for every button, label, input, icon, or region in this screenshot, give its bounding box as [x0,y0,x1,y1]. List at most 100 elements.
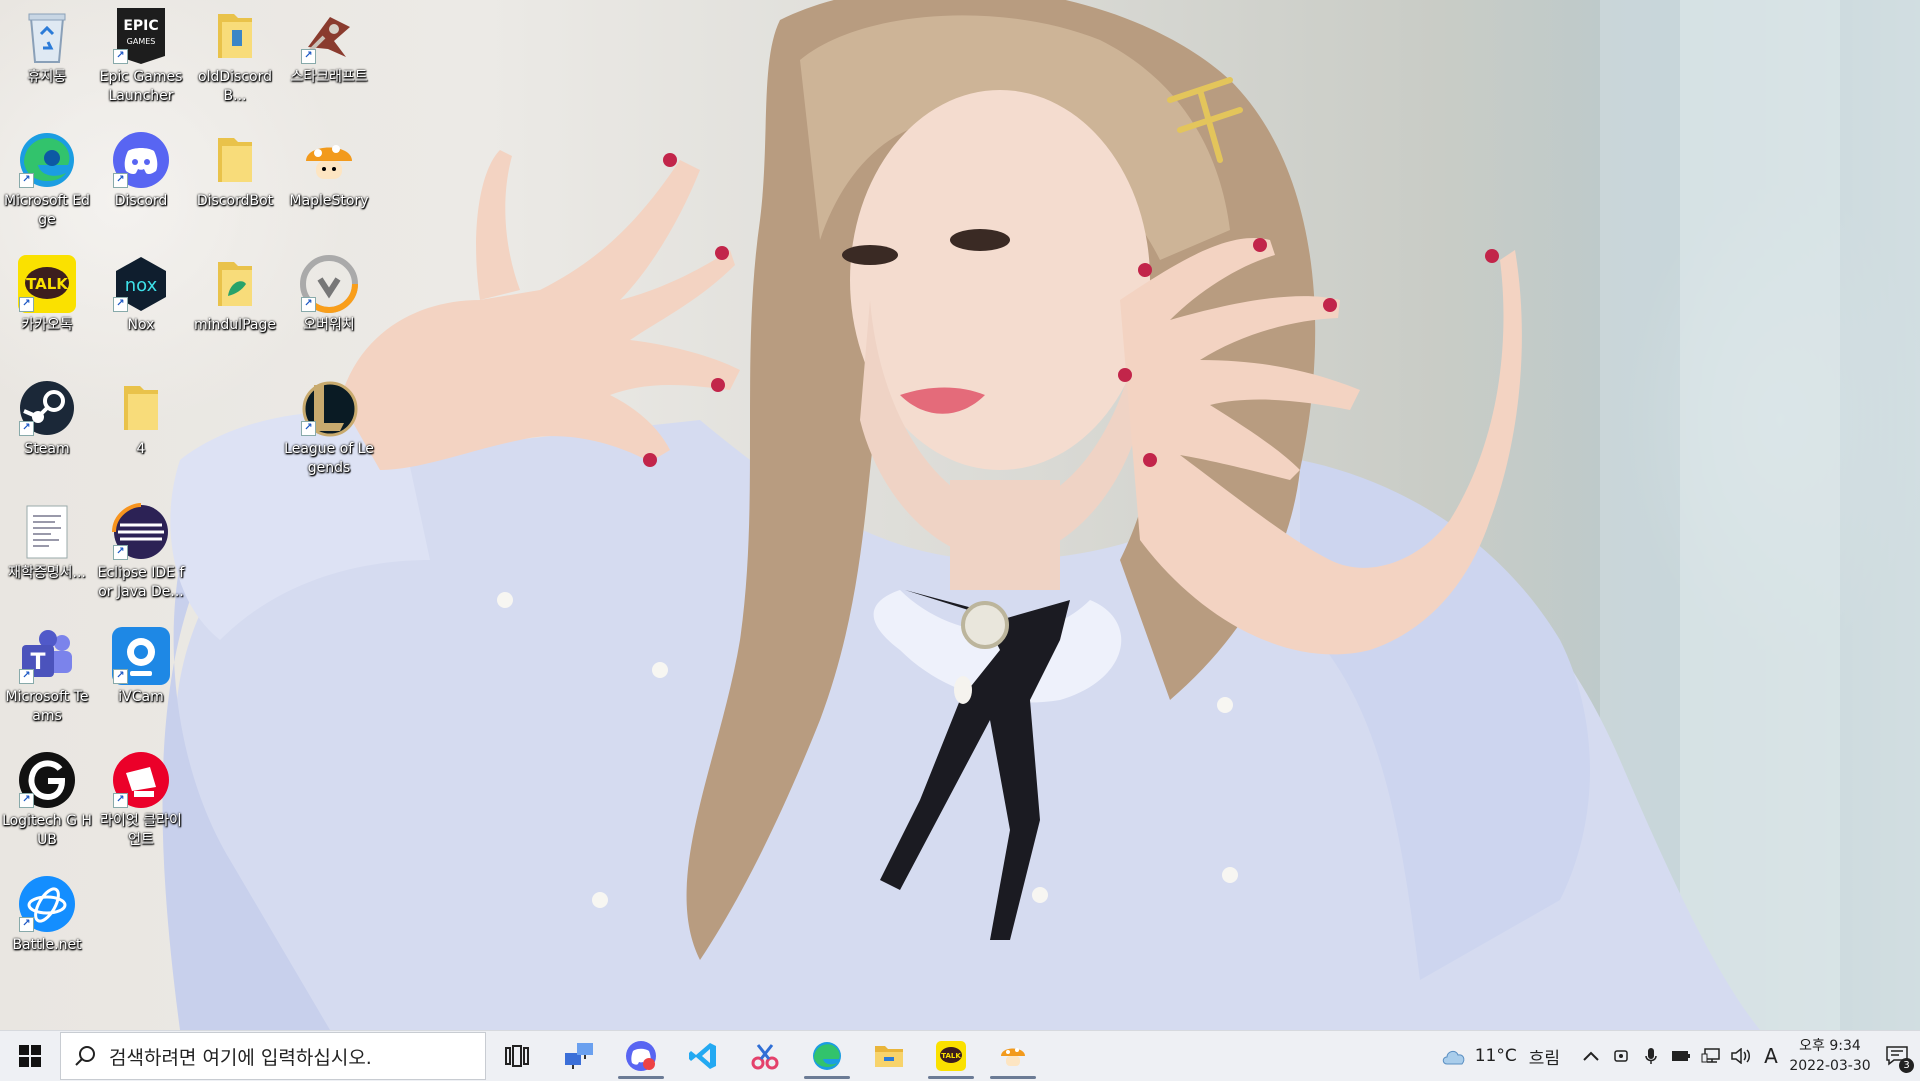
desktop-icon-battle-net[interactable]: ↗ Battle.net [0,868,94,978]
desktop-icon-label: 재학증명서... [8,565,86,581]
desktop-icon-discord-bot[interactable]: DiscordBot [188,124,282,234]
volume-icon [1731,1048,1750,1064]
desktop-icon-logitech-g-hub[interactable]: ↗ Logitech G HUB [0,744,94,854]
battlenet-icon: ↗ [17,874,77,934]
desktop-icon-folder-4[interactable]: 4 [94,372,188,482]
desktop-icon-label: Logitech G HUB [2,813,92,848]
shortcut-arrow-icon: ↗ [19,173,34,188]
desktop-icon-recycle-bin[interactable]: 휴지통 [0,0,94,110]
svg-text:TALK: TALK [941,1052,961,1060]
shortcut-arrow-icon: ↗ [113,49,128,64]
kakaotalk-icon: TALK [936,1041,966,1071]
task-view-button[interactable] [486,1031,548,1081]
camera-icon [1614,1050,1628,1062]
shortcut-arrow-icon: ↗ [301,421,316,436]
shortcut-arrow-icon: ↗ [301,49,316,64]
tray-network-button[interactable] [1696,1031,1726,1081]
desktop-icon-label: iVCam [118,689,164,705]
svg-text:EPIC: EPIC [123,18,158,34]
taskbar-app-discord[interactable] [610,1031,672,1081]
desktop-icon-label: 휴지통 [27,69,67,85]
system-tray: 11°C 흐림 A 오후 9:34 2022-03-30 3 [1435,1031,1920,1081]
notification-center-button[interactable]: 3 [1874,1031,1920,1081]
desktop-icon-label: Discord [114,193,168,209]
desktop-icon-microsoft-edge[interactable]: ↗ Microsoft Edge [0,124,94,234]
folder-icon [205,6,265,66]
edge-icon [813,1042,841,1070]
tray-ime-button[interactable]: A [1756,1031,1786,1081]
starcraft-icon: ↗ [299,6,359,66]
windows-logo-icon [19,1045,41,1067]
tray-volume-button[interactable] [1726,1031,1756,1081]
desktop-icon-old-discord-bot[interactable]: oldDiscordB... [188,0,282,110]
tray-microphone-button[interactable] [1636,1031,1666,1081]
folder-icon [205,254,265,314]
desktop-icon-epic-games[interactable]: EPIC GAMES ↗ Epic Games Launcher [94,0,188,110]
desktop-icon-label: MapleStory [289,193,369,209]
shortcut-arrow-icon: ↗ [19,917,34,932]
tray-camera-button[interactable] [1606,1031,1636,1081]
epic-games-icon: EPIC GAMES ↗ [111,6,171,66]
desktop-icon-label: Steam [24,441,70,457]
desktop-icon-label: Eclipse IDE for Java De... [97,565,185,600]
start-button[interactable] [0,1031,60,1081]
overwatch-icon: ↗ [299,254,359,314]
desktop-icon-riot-client[interactable]: ↗ 라이엇 클라이언트 [94,744,188,854]
desktop-icon-eclipse[interactable]: ↗ Eclipse IDE for Java De... [94,496,188,606]
tray-battery-button[interactable] [1666,1031,1696,1081]
snipping-tool-icon [751,1044,779,1070]
teams-icon: T ↗ [17,626,77,686]
weather-widget[interactable]: 11°C 흐림 [1435,1031,1566,1081]
desktop-icon-overwatch[interactable]: ↗ 오버워치 [282,248,376,358]
desktop-icon-label: DiscordBot [196,193,274,209]
file-explorer-icon [875,1046,903,1067]
desktop-icon-label: 라이엇 클라이언트 [100,813,182,848]
taskbar-app-snipping-tool[interactable] [734,1031,796,1081]
shortcut-arrow-icon: ↗ [113,669,128,684]
chevron-up-icon [1583,1051,1599,1061]
desktop-icon-label: Battle.net [12,937,82,953]
desktop-icon-label: Microsoft Edge [4,193,90,228]
desktop-icon-label: 카카오톡 [21,317,73,333]
desktop-icon-ivcam[interactable]: ↗ iVCam [94,620,188,730]
ivcam-icon: ↗ [111,626,171,686]
taskbar-app-kakaotalk[interactable]: TALK [920,1031,982,1081]
desktop-icon-steam[interactable]: ↗ Steam [0,372,94,482]
discord-icon: ↗ [111,130,171,190]
shortcut-arrow-icon: ↗ [301,297,316,312]
desktop-icon-discord[interactable]: ↗ Discord [94,124,188,234]
clock-time: 오후 9:34 [1799,1038,1861,1054]
edge-icon: ↗ [17,130,77,190]
desktop-icon-label: 4 [136,441,146,457]
show-hidden-icons-button[interactable] [1576,1031,1606,1081]
search-box[interactable]: 검색하려면 여기에 입력하십시오. [60,1032,486,1080]
desktop-icon-document[interactable]: 재학증명서... [0,496,94,606]
desktop-icon-label: Microsoft Teams [5,689,89,724]
desktop-icon-microsoft-teams[interactable]: T ↗ Microsoft Teams [0,620,94,730]
taskbar-app-vscode[interactable] [672,1031,734,1081]
desktop-icon-label: Nox [127,317,155,333]
taskbar-app-edge[interactable] [796,1031,858,1081]
taskbar-clock[interactable]: 오후 9:34 2022-03-30 [1786,1036,1874,1076]
maplestory-icon [299,130,359,190]
desktop-icon-league-of-legends[interactable]: ↗ League of Legends [282,372,376,482]
desktop-icon-label: 스타크래프트 [290,69,368,85]
desktop-icon-nox[interactable]: nox ↗ Nox [94,248,188,358]
desktop-icon-label: Epic Games Launcher [99,69,183,104]
recycle-bin-icon [17,6,77,66]
desktop-icon-mindul-page[interactable]: mindulPage [188,248,282,358]
svg-text:TALK: TALK [26,275,69,293]
desktop-icon-maplestory[interactable]: MapleStory [282,124,376,234]
notification-count-badge: 3 [1899,1058,1914,1073]
shortcut-arrow-icon: ↗ [19,421,34,436]
taskbar: 검색하려면 여기에 입력하십시오. TALK 11°C 흐림 A 오후 9:34… [0,1030,1920,1081]
taskbar-app-maplestory[interactable] [982,1031,1044,1081]
folder-icon [205,130,265,190]
taskbar-app-file-explorer[interactable] [858,1031,920,1081]
desktop-icon-starcraft[interactable]: ↗ 스타크래프트 [282,0,376,110]
search-placeholder: 검색하려면 여기에 입력하십시오. [109,1046,372,1069]
document-icon [17,502,77,562]
clock-date: 2022-03-30 [1789,1058,1871,1074]
taskbar-app-network-tool[interactable] [548,1031,610,1081]
desktop-icon-kakaotalk[interactable]: TALK ↗ 카카오톡 [0,248,94,358]
